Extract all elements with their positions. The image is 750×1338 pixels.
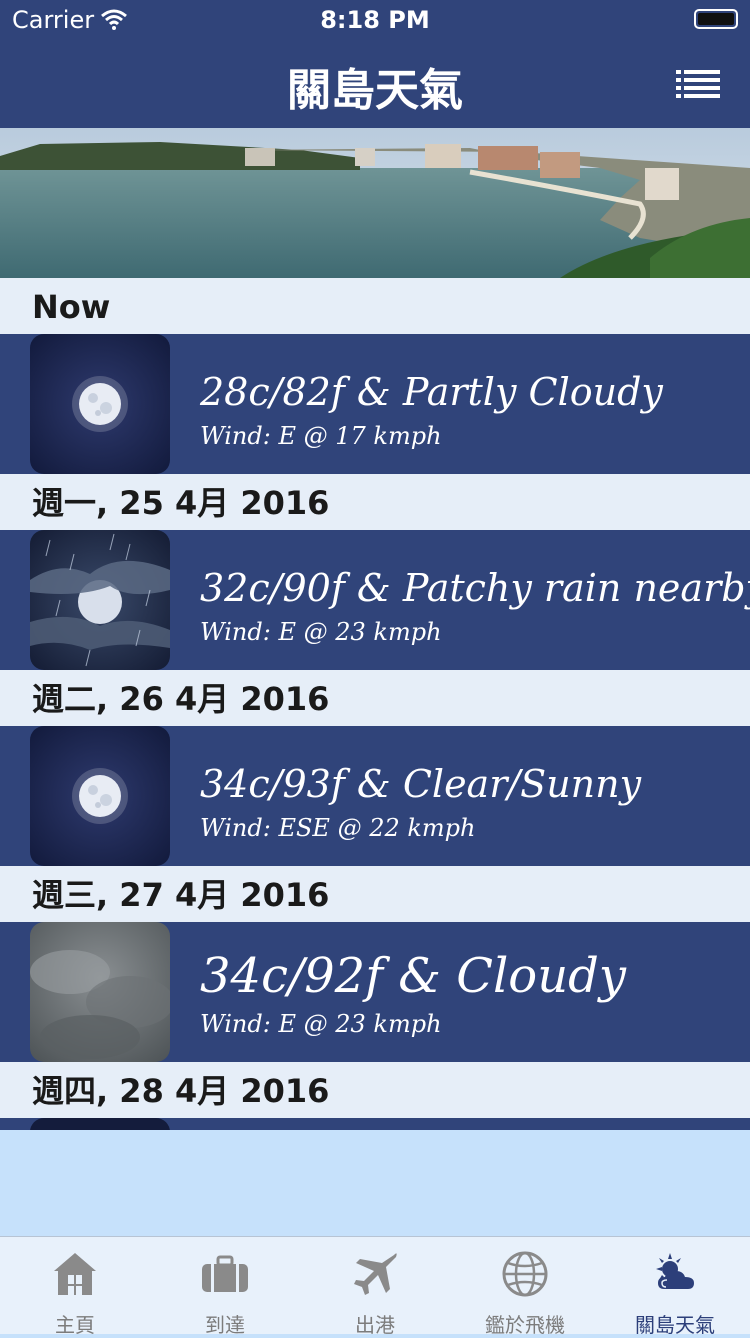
forecast-row[interactable]: 32c/90f & Patchy rain nearby Wind: E @ 2… — [0, 530, 750, 670]
list-menu-icon[interactable] — [676, 68, 720, 102]
airplane-icon — [354, 1253, 397, 1295]
tab-flight-view[interactable]: 鑑於飛機 — [450, 1237, 600, 1337]
moon-icon — [30, 726, 170, 866]
condition-text: 34c/92f & Cloudy — [200, 948, 626, 1004]
battery-icon — [694, 9, 738, 29]
moon-icon — [30, 1118, 170, 1130]
moon-icon — [30, 334, 170, 474]
home-icon — [54, 1253, 96, 1295]
forecast-row[interactable]: 34c/93f & Clear/Sunny Wind: ESE @ 22 kmp… — [0, 726, 750, 866]
forecast-row[interactable]: 34c/92f & Cloudy Wind: E @ 23 kmph — [0, 922, 750, 1062]
luggage-icon — [202, 1255, 248, 1292]
wind-text: Wind: E @ 23 kmph — [200, 1010, 442, 1038]
rain-moon-icon — [30, 530, 170, 670]
globe-icon — [502, 1251, 548, 1297]
guam-bay-banner — [0, 128, 750, 278]
forecast-list[interactable]: Now 28c/82f & Partly Cloudy Wind: E @ 17… — [0, 278, 750, 1130]
forecast-row-now[interactable]: 28c/82f & Partly Cloudy Wind: E @ 17 kmp… — [0, 334, 750, 474]
section-header-date: 週二, 26 4月 2016 — [0, 670, 750, 726]
section-header-now: Now — [0, 278, 750, 334]
cloudy-icon — [30, 922, 170, 1062]
forecast-row-partial[interactable] — [0, 1118, 750, 1130]
section-header-date: 週三, 27 4月 2016 — [0, 866, 750, 922]
tab-guam-weather[interactable]: 關島天氣 — [600, 1237, 750, 1337]
condition-text: 28c/82f & Partly Cloudy — [200, 370, 663, 414]
weather-icon — [656, 1253, 694, 1289]
wind-text: Wind: E @ 17 kmph — [200, 422, 442, 450]
status-time: 8:18 PM — [320, 6, 430, 34]
section-header-date: 週一, 25 4月 2016 — [0, 474, 750, 530]
tab-bar: 主頁 到達 出港 鑑於飛機 關島天氣 — [0, 1236, 750, 1337]
tab-arrivals[interactable]: 到達 — [150, 1237, 300, 1337]
tab-departures[interactable]: 出港 — [300, 1237, 450, 1337]
condition-text: 34c/93f & Clear/Sunny — [200, 762, 642, 806]
section-header-date: 週四, 28 4月 2016 — [0, 1062, 750, 1118]
status-bar: Carrier 8:18 PM — [0, 0, 750, 40]
tab-home[interactable]: 主頁 — [0, 1237, 150, 1337]
condition-text: 32c/90f & Patchy rain nearby — [200, 566, 750, 610]
page-title: 關島天氣 — [287, 65, 463, 116]
wind-text: Wind: ESE @ 22 kmph — [200, 814, 476, 842]
nav-bar: 關島天氣 — [0, 40, 750, 128]
wind-text: Wind: E @ 23 kmph — [200, 618, 442, 646]
